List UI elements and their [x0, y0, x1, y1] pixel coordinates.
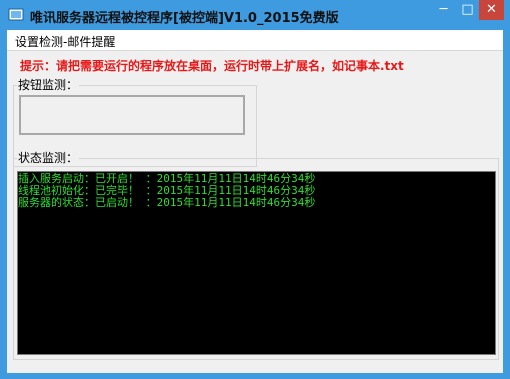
menu-item-settings-mail[interactable]: 设置检测-邮件提醒 — [15, 33, 115, 50]
button-monitor-box[interactable] — [19, 95, 245, 135]
status-log-console[interactable]: 插入服务启动：已开启！ ：2015年11月11日14时46分34秒 线程池初始化… — [17, 171, 496, 355]
window-title: 唯讯服务器远程被控程序[被控端]V1.0_2015免费版 — [30, 11, 339, 26]
status-monitor-label: 状态监测： — [17, 149, 80, 166]
app-window: 唯讯服务器远程被控程序[被控端]V1.0_2015免费版 ─ □ ✕ 设置检测-… — [0, 0, 510, 379]
maximize-button[interactable]: □ — [456, 0, 479, 20]
client-area: 设置检测-邮件提醒 提示：请把需要运行的程序放在桌面，运行时带上扩展名，如记事本… — [7, 30, 503, 373]
menu-bar: 设置检测-邮件提醒 — [7, 30, 503, 50]
minimize-button[interactable]: ─ — [431, 0, 456, 20]
button-monitor-label: 按钮监测： — [17, 76, 80, 93]
tip-text: 提示：请把需要运行的程序放在桌面，运行时带上扩展名，如记事本.txt — [20, 59, 404, 73]
menu-divider — [7, 50, 503, 51]
title-bar[interactable]: 唯讯服务器远程被控程序[被控端]V1.0_2015免费版 ─ □ ✕ — [0, 0, 510, 30]
app-icon — [8, 7, 24, 23]
close-button[interactable]: ✕ — [479, 0, 504, 20]
log-line: 服务器的状态：已启动！ ：2015年11月11日14时46分34秒 — [18, 196, 316, 209]
